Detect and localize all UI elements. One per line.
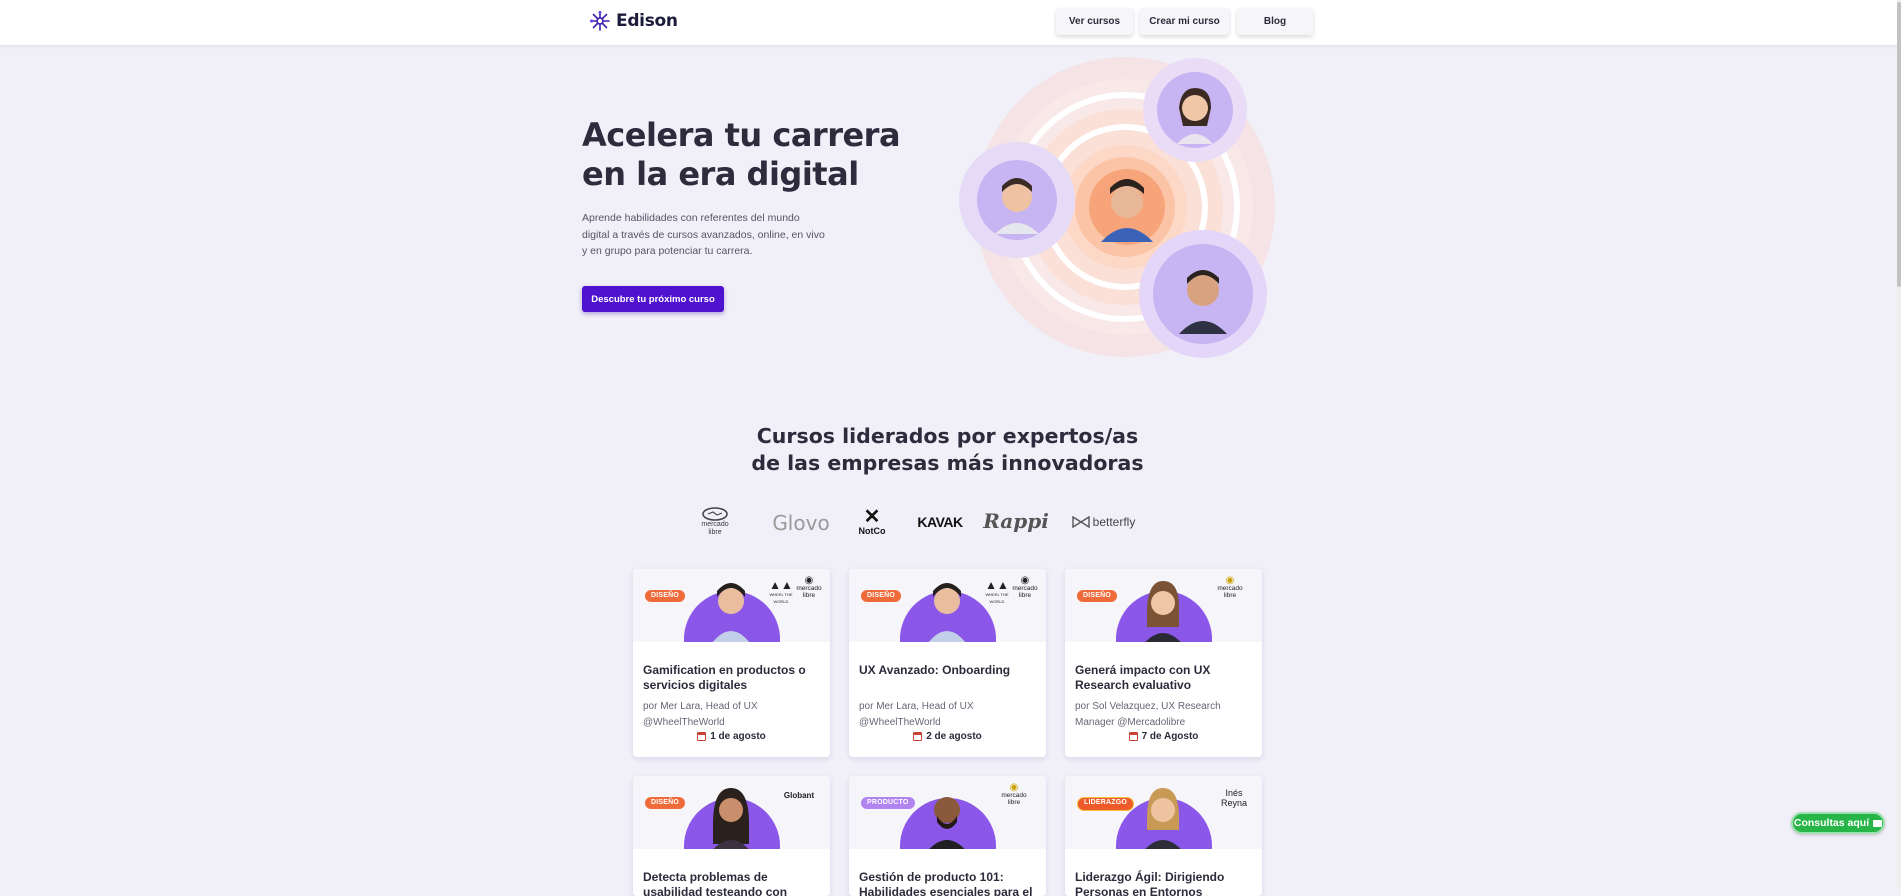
brand-rappi: Rappi — [983, 509, 1049, 533]
brand-betterfly: betterfly — [1063, 512, 1143, 532]
course-card[interactable]: LIDERAZGO Inés Reyna Liderazgo Ágil: Dir… — [1065, 776, 1262, 896]
company-logo: ▲▲ WHEEL THE WORLD — [985, 578, 1009, 604]
course-date: 7 de Agosto — [1065, 731, 1262, 742]
course-title: Generá impacto con UX Research evaluativ… — [1075, 663, 1211, 692]
scrollbar-thumb[interactable] — [1897, 2, 1901, 287]
top-header: Edison Ver cursos Crear mi curso Blog — [0, 0, 1901, 45]
company-logos: mercado libre Glovo ✕ NotCo KAVAK Rappi … — [685, 500, 1215, 544]
discover-course-button[interactable]: Descubre tu próximo curso — [582, 286, 724, 312]
hero-desc-line1: Aprende habilidades con referentes del m… — [582, 212, 800, 224]
instructor-photo — [1145, 581, 1181, 642]
instructor-photo — [1145, 788, 1181, 849]
brand-mercado-libre: mercado libre — [693, 504, 737, 540]
calendar-icon — [697, 732, 707, 741]
hero-illustration — [959, 57, 1275, 358]
category-tag: DISEÑO — [645, 590, 686, 602]
logo-text: Edison — [616, 11, 678, 31]
brand-glovo: Glovo — [772, 511, 830, 535]
bottom-right-avatar — [1139, 230, 1267, 358]
betterfly-butterfly-icon — [1071, 516, 1090, 528]
course-image: DISEÑO ◉ mercado libre — [1065, 569, 1262, 642]
instructor-photo — [713, 788, 749, 849]
hero-desc-line2: digital a través de cursos avanzados, on… — [582, 228, 825, 241]
hero-title: Acelera tu carrera en la era digital — [582, 116, 901, 194]
calendar-icon — [913, 732, 923, 741]
chat-icon — [1873, 819, 1883, 827]
section-title-line2: de las empresas más innovadoras — [751, 451, 1144, 475]
mercado-libre-logo: ◉ mercado libre — [1217, 575, 1243, 600]
course-card[interactable]: DISEÑO ▲▲ WHEEL THE WORLD ◉ mercado libre … — [633, 569, 830, 757]
brand-kavak: KAVAK — [917, 514, 963, 530]
course-date: 1 de agosto — [633, 731, 830, 742]
left-avatar — [959, 142, 1075, 258]
course-title: Gamification en productos o servicios di… — [643, 663, 806, 692]
nav-blog[interactable]: Blog — [1237, 8, 1313, 35]
course-author: por Mer Lara, Head of UX @WheelTheWorld — [859, 701, 974, 728]
course-author: por Sol Velazquez, UX Research Manager @M… — [1075, 701, 1221, 728]
instructor-photo — [712, 583, 750, 642]
course-author: por Mer Lara, Head of UX @WheelTheWorld — [643, 701, 758, 728]
course-image: DISEÑO Globant — [633, 776, 830, 849]
center-avatar — [1089, 169, 1165, 245]
course-title: UX Avanzado: Onboarding — [859, 663, 1011, 677]
notco-x-icon: ✕ — [863, 506, 881, 528]
category-tag: DISEÑO — [1077, 590, 1118, 602]
category-tag: DISEÑO — [645, 797, 686, 809]
mercado-libre-logo: ◉ mercado libre — [1012, 575, 1038, 600]
course-image: DISEÑO ▲▲ WHEEL THE WORLD ◉ mercado libre — [849, 569, 1046, 642]
brand-notco: ✕ NotCo — [858, 506, 886, 536]
hero-title-line1: Acelera tu carrera — [582, 116, 901, 154]
mercado-libre-handshake-icon — [702, 507, 728, 521]
course-image: DISEÑO ▲▲ WHEEL THE WORLD ◉ mercado libre — [633, 569, 830, 642]
hero-title-line2: en la era digital — [582, 155, 859, 193]
mercado-libre-logo: ◉ mercado libre — [796, 575, 822, 600]
category-tag: DISEÑO — [861, 590, 902, 602]
course-image: PRODUCTO ◉ mercado libre — [849, 776, 1046, 849]
course-card[interactable]: DISEÑO Globant Detecta problemas de usab… — [633, 776, 830, 896]
nav-crear-mi-curso[interactable]: Crear mi curso — [1140, 8, 1229, 35]
hero-description: Aprende habilidades con referentes del m… — [582, 210, 837, 260]
course-title: Liderazgo Ágil: Dirigiendo Personas en E… — [1075, 870, 1225, 896]
category-tag: LIDERAZGO — [1077, 797, 1135, 811]
top-right-avatar — [1143, 58, 1247, 162]
section-title: Cursos liderados por expertos/as de las … — [700, 423, 1195, 477]
company-logo: ▲▲ WHEEL THE WORLD — [769, 578, 793, 604]
logo-spark-icon — [590, 11, 610, 31]
course-card[interactable]: DISEÑO ▲▲ WHEEL THE WORLD ◉ mercado libre … — [849, 569, 1046, 757]
category-tag: PRODUCTO — [861, 797, 915, 809]
course-card[interactable]: DISEÑO ◉ mercado libre Generá impacto con… — [1065, 569, 1262, 757]
instructor-photo — [928, 583, 966, 642]
calendar-icon — [1128, 732, 1138, 741]
course-date: 2 de agosto — [849, 731, 1046, 742]
ines-reyna-logo: Inés Reyna — [1220, 788, 1247, 808]
course-image: LIDERAZGO Inés Reyna — [1065, 776, 1262, 849]
mercado-libre-logo: ◉ mercado libre — [1001, 782, 1027, 807]
course-title: Detecta problemas de usabilidad testeand… — [643, 870, 788, 896]
hero-desc-line3: y en grupo para potenciar tu carrera. — [582, 245, 753, 257]
edison-logo[interactable]: Edison — [589, 10, 678, 32]
course-card[interactable]: PRODUCTO ◉ mercado libre Gestión de produ… — [849, 776, 1046, 896]
globant-logo: Globant — [783, 791, 815, 800]
consultas-whatsapp-button[interactable]: Consultas aquí — [1791, 812, 1885, 834]
page-scrollbar[interactable] — [1897, 0, 1901, 888]
section-title-line1: Cursos liderados por expertos/as — [756, 424, 1139, 448]
instructor-photo — [929, 797, 965, 849]
nav-ver-cursos[interactable]: Ver cursos — [1056, 8, 1133, 35]
course-title: Gestión de producto 101: Habilidades ese… — [859, 870, 1033, 896]
